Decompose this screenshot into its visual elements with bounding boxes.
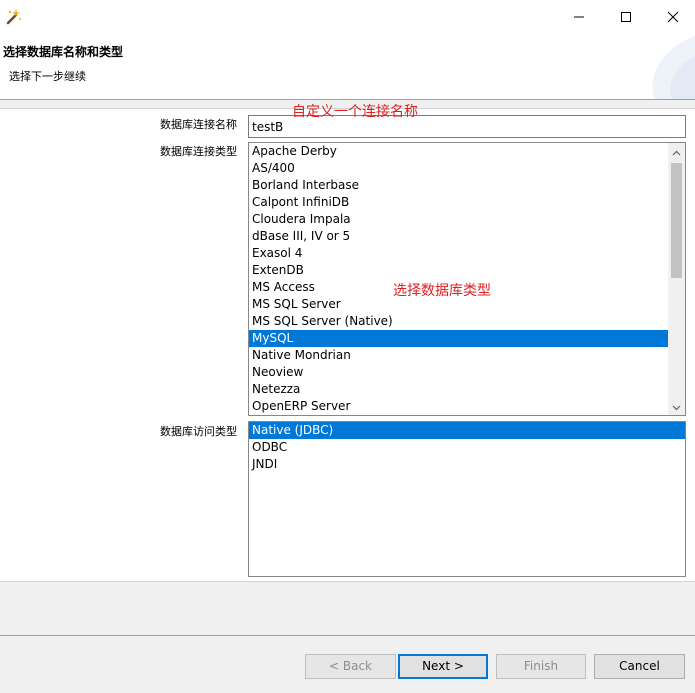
minimize-icon <box>573 11 585 23</box>
header-decoration <box>652 36 695 99</box>
list-item[interactable]: Apache Derby <box>249 143 668 160</box>
close-button[interactable] <box>650 0 695 34</box>
access-type-list[interactable]: Native (JDBC) ODBC JNDI <box>248 421 686 577</box>
maximize-icon <box>620 11 632 23</box>
list-item[interactable]: MS SQL Server (Native) <box>249 313 668 330</box>
list-item[interactable]: OpenERP Server <box>249 398 668 415</box>
wizard-header: 选择数据库名称和类型 选择下一步继续 <box>0 36 695 100</box>
access-type-label: 数据库访问类型 <box>160 425 237 438</box>
list-item[interactable]: Cloudera Impala <box>249 211 668 228</box>
connection-type-items: Apache Derby AS/400 Borland Interbase Ca… <box>249 143 668 415</box>
maximize-button[interactable] <box>603 0 649 34</box>
content-panel: 数据库连接名称 自定义一个连接名称 数据库连接类型 Apache Derby A… <box>0 104 695 582</box>
list-item[interactable]: Native Mondrian <box>249 347 668 364</box>
connection-type-scrollbar[interactable] <box>668 143 685 415</box>
divider <box>0 635 695 636</box>
list-item[interactable]: JNDI <box>249 456 685 473</box>
connection-type-label: 数据库连接类型 <box>160 145 237 158</box>
cancel-button[interactable]: Cancel <box>594 654 685 679</box>
connection-name-label: 数据库连接名称 <box>160 118 237 131</box>
page-title: 选择数据库名称和类型 <box>3 45 124 59</box>
connection-type-list[interactable]: Apache Derby AS/400 Borland Interbase Ca… <box>248 142 686 416</box>
annotation-name: 自定义一个连接名称 <box>292 104 418 120</box>
access-type-items: Native (JDBC) ODBC JNDI <box>249 422 685 473</box>
scroll-down-button[interactable] <box>668 398 685 415</box>
title-bar <box>0 0 695 36</box>
list-item[interactable]: Exasol 4 <box>249 245 668 262</box>
annotation-type: 选择数据库类型 <box>393 283 491 299</box>
list-item[interactable]: ODBC <box>249 439 685 456</box>
list-item[interactable]: Neoview <box>249 364 668 381</box>
chevron-up-icon <box>672 145 681 159</box>
list-item[interactable]: Borland Interbase <box>249 177 668 194</box>
list-item[interactable]: Native (JDBC) <box>249 422 685 439</box>
back-button[interactable]: < Back <box>305 654 396 679</box>
list-item[interactable]: MySQL <box>249 330 668 347</box>
list-item[interactable]: Calpont InfiniDB <box>249 194 668 211</box>
list-item[interactable]: dBase III, IV or 5 <box>249 228 668 245</box>
close-icon <box>667 11 679 23</box>
chevron-down-icon <box>672 400 681 414</box>
page-subtitle: 选择下一步继续 <box>9 70 86 83</box>
wand-icon <box>4 8 22 26</box>
list-item[interactable]: AS/400 <box>249 160 668 177</box>
finish-button[interactable]: Finish <box>496 654 586 679</box>
scroll-up-button[interactable] <box>668 143 685 160</box>
next-button[interactable]: Next > <box>398 654 488 679</box>
minimize-button[interactable] <box>556 0 602 34</box>
scroll-thumb[interactable] <box>671 163 682 278</box>
list-item[interactable]: Netezza <box>249 381 668 398</box>
list-item[interactable]: ExtenDB <box>249 262 668 279</box>
